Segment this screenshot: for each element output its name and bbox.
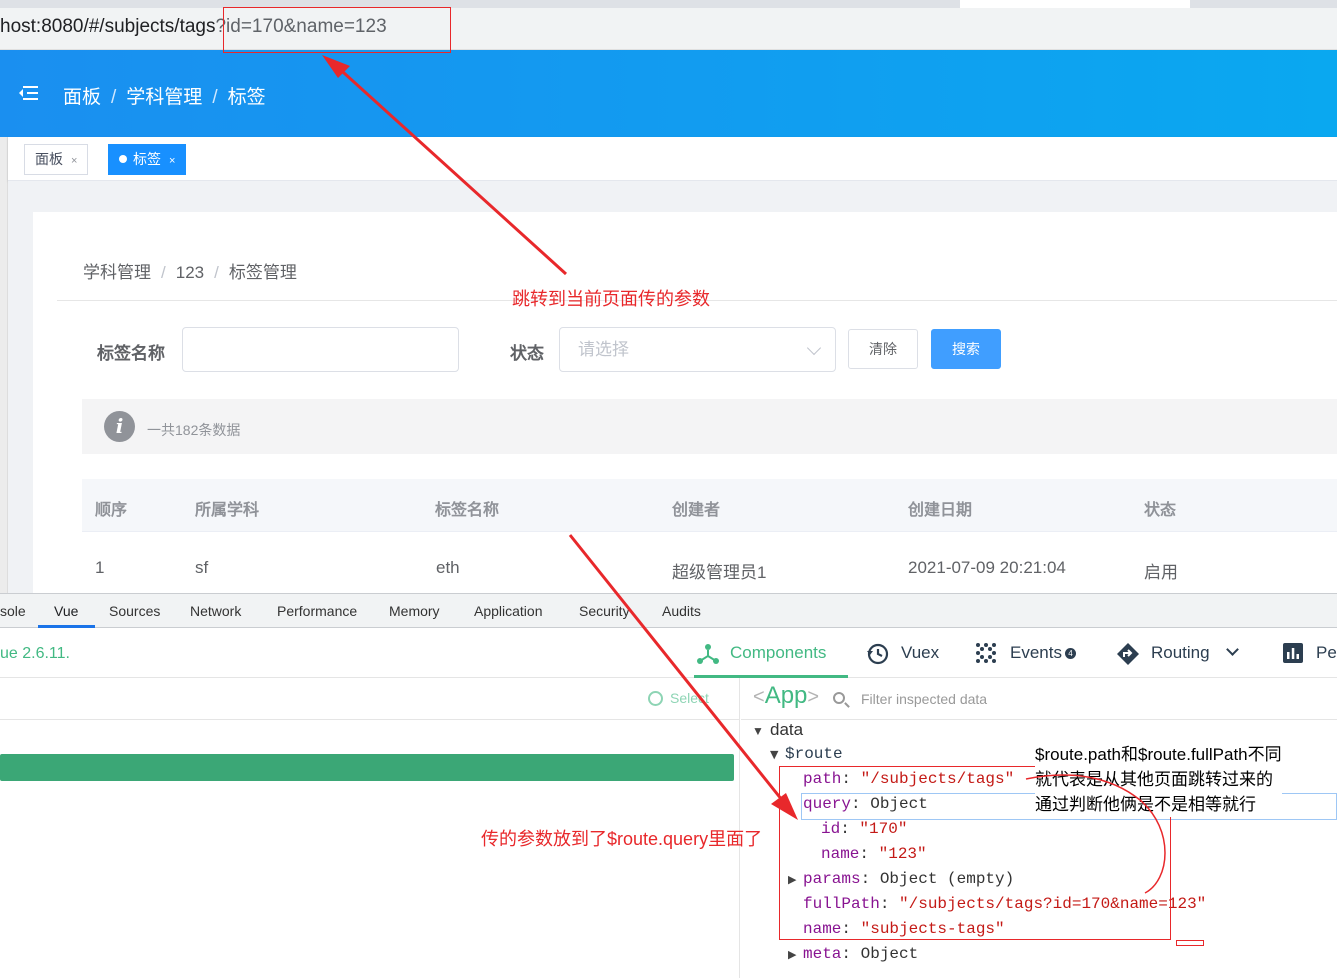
search-icon (833, 692, 845, 704)
tag-name-label: 标签名称 (97, 344, 165, 363)
tree-node-route[interactable]: ▼ $route (770, 745, 843, 763)
devtools-tab-console[interactable]: sole (0, 603, 26, 619)
devtools-tab-performance[interactable]: Performance (277, 603, 357, 619)
vue-devtools-toolbar: ue 2.6.11. Components Vuex Events 4 Routi… (0, 628, 1337, 678)
table-header: 顺序 所属学科 标签名称 创建者 创建日期 状态 (82, 479, 1337, 532)
vue-nav-vuex[interactable]: Vuex (866, 643, 940, 665)
column-header-order[interactable]: 顺序 (95, 496, 127, 520)
inspected-component-name: <App> (753, 682, 820, 709)
select-label: Select (670, 690, 709, 706)
status-select[interactable]: 请选择 (559, 327, 836, 372)
breadcrumb-separator: / (214, 263, 219, 282)
annotation-compare-note: $route.path和$route.fullPath不同 就代表是从其他页面跳… (1035, 742, 1282, 817)
filter-inspected-input[interactable]: Filter inspected data (861, 691, 987, 707)
breadcrumb-separator: / (161, 263, 166, 282)
routing-icon (1117, 643, 1139, 665)
close-icon[interactable]: × (169, 155, 175, 167)
browser-url-bar[interactable]: host:8080/#/subjects/tags?id=170&name=12… (0, 0, 1337, 50)
devtools-tab-application[interactable]: Application (474, 603, 543, 619)
page-crumb-tag-manage: 标签管理 (228, 263, 297, 282)
vue-nav-events[interactable]: Events 4 (975, 643, 1076, 663)
tree-node-meta[interactable]: ▶ meta: Object (788, 945, 918, 963)
vue-nav-components[interactable]: Components (696, 643, 827, 664)
table-cell: 1 (95, 558, 105, 577)
tag-name-input[interactable] (182, 327, 459, 372)
annotation-box-small (1176, 940, 1204, 946)
vue-version: ue 2.6.11. (0, 645, 70, 662)
history-icon (867, 643, 889, 665)
column-header-subject[interactable]: 所属学科 (195, 496, 259, 520)
annotation-box-url-params (223, 7, 451, 53)
search-button[interactable]: 搜索 (931, 329, 1001, 369)
table-cell: 2021-07-09 20:21:04 (908, 558, 1066, 577)
close-icon[interactable]: × (71, 155, 77, 167)
hamburger-icon[interactable] (19, 84, 39, 102)
info-alert-text: 一共182条数据 (147, 422, 241, 438)
vue-nav-label: Components (730, 643, 827, 662)
column-header-status[interactable]: 状态 (1144, 496, 1176, 520)
breadcrumb-separator: / (212, 87, 218, 108)
vue-nav-routing[interactable]: Routing (1116, 643, 1240, 665)
annotation-url-params: 跳转到当前页面传的参数 (512, 289, 710, 309)
devtools-tab-network[interactable]: Network (190, 603, 241, 619)
table-cell: 启用 (1144, 563, 1178, 582)
devtools-tab-memory[interactable]: Memory (389, 603, 440, 619)
devtools-tab-audits[interactable]: Audits (662, 603, 701, 619)
inspector-toolbar: <App> Filter inspected data (741, 678, 1337, 720)
performance-icon (1283, 643, 1303, 663)
chevron-down-icon (806, 340, 822, 356)
active-dot-icon (119, 155, 127, 163)
annotation-query-note: 传的参数放到了$route.query里面了 (481, 829, 763, 849)
clear-button[interactable]: 清除 (848, 329, 918, 369)
table-cell: eth (436, 558, 460, 577)
events-count-badge: 4 (1064, 648, 1076, 659)
app-header: 面板 / 学科管理 / 标签 (0, 50, 1337, 137)
status-label: 状态 (510, 344, 544, 363)
vue-nav-label: Events (1010, 643, 1062, 662)
devtools-tab-sources[interactable]: Sources (109, 603, 160, 619)
selected-component-row[interactable] (0, 754, 734, 781)
page-crumb-subject-name[interactable]: 123 (176, 263, 204, 282)
vue-nav-label: Vuex (901, 643, 940, 662)
tag-tab-tags[interactable]: 标签 × (108, 144, 187, 175)
browser-tabstrip (0, 0, 1337, 8)
target-icon (648, 691, 663, 706)
vue-nav-label: Pe (1316, 643, 1337, 662)
header-crumb-tags: 标签 (227, 87, 266, 108)
components-icon (697, 644, 719, 664)
events-icon (976, 643, 996, 663)
table-cell: 超级管理员1 (672, 563, 767, 582)
table-cell: sf (195, 558, 209, 577)
column-header-created-date[interactable]: 创建日期 (908, 496, 972, 520)
tag-tab-label: 标签 (133, 151, 161, 167)
tree-section-data[interactable]: ▼ data (752, 720, 803, 740)
column-header-creator[interactable]: 创建者 (672, 496, 720, 520)
header-breadcrumb: 面板 / 学科管理 / 标签 (63, 82, 266, 109)
info-alert: i 一共182条数据 (82, 399, 1337, 454)
select-component-button[interactable]: Select (648, 690, 709, 706)
header-crumb-dashboard[interactable]: 面板 (63, 87, 101, 108)
status-select-placeholder: 请选择 (578, 340, 629, 359)
sidebar-rail (0, 137, 8, 593)
vue-nav-label: Routing (1151, 643, 1210, 662)
column-header-tag-name[interactable]: 标签名称 (435, 496, 499, 520)
browser-active-tab[interactable] (960, 0, 1190, 8)
url-host: host:8080/#/subjects/tags (0, 16, 216, 37)
info-icon: i (104, 411, 135, 442)
page-breadcrumb: 学科管理 / 123 / 标签管理 (83, 258, 297, 283)
devtools-tab-security[interactable]: Security (579, 603, 630, 619)
devtools-tab-vue[interactable]: Vue (54, 603, 78, 619)
tag-tab-dashboard[interactable]: 面板 × (24, 144, 89, 175)
tag-tab-label: 面板 (35, 151, 63, 167)
vue-nav-performance[interactable]: Pe (1282, 643, 1337, 663)
page-crumb-subjects[interactable]: 学科管理 (83, 263, 151, 282)
component-tree-toolbar: Select (0, 678, 740, 720)
tags-view-bar: 面板 × 标签 × (8, 137, 1337, 181)
chevron-down-icon[interactable] (1226, 643, 1240, 656)
breadcrumb-separator: / (111, 87, 117, 108)
devtools-tabbar: sole Vue Sources Network Performance Mem… (0, 594, 1337, 628)
header-crumb-subjects[interactable]: 学科管理 (126, 87, 202, 108)
